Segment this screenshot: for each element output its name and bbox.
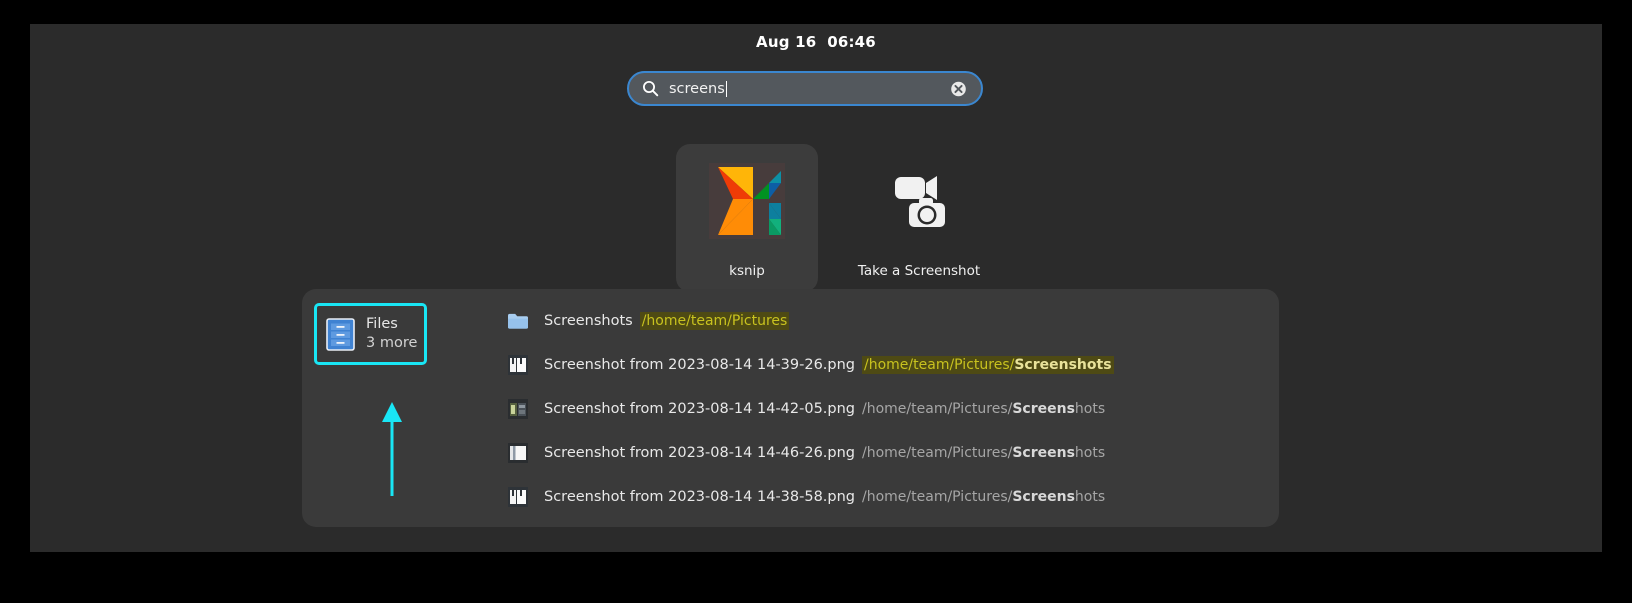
gnome-shell-overview: Aug 16 06:46 screens [30, 24, 1602, 552]
result-name: Screenshot from 2023-08-14 14-46-26.png [544, 445, 855, 461]
result-path-plain: /home/team/Pictures/ [862, 401, 1012, 417]
app-result-ksnip[interactable]: ksnip [676, 144, 818, 292]
files-provider-title: Files [366, 315, 417, 334]
result-path-plain: /home/team/Pictures/ [862, 489, 1012, 505]
image-thumbnail-icon [507, 486, 529, 508]
result-path-match: Screens [1012, 489, 1075, 505]
result-path-plain: /home/team/Pictures/ [862, 445, 1012, 461]
files-provider-button[interactable]: Files 3 more [314, 303, 427, 365]
app-results-row: ksnip Take a Screenshot [676, 144, 996, 292]
result-row[interactable]: Screenshot from 2023-08-14 14-46-26.png … [487, 431, 1269, 475]
result-path-match: Screens [1012, 445, 1075, 461]
result-path-tail: hots [1075, 489, 1105, 505]
result-path-tail: hots [1075, 401, 1105, 417]
clear-entry-icon[interactable] [950, 80, 967, 97]
result-name: Screenshot from 2023-08-14 14-38-58.png [544, 489, 855, 505]
result-path-plain: /home/team/Pictures [642, 313, 788, 329]
result-path-match: Screens [1012, 401, 1075, 417]
result-name: Screenshot from 2023-08-14 14-39-26.png [544, 357, 855, 373]
screenshot-tool-icon [881, 163, 957, 239]
app-result-label: ksnip [729, 263, 765, 279]
folder-icon [507, 310, 529, 332]
result-row[interactable]: Screenshot from 2023-08-14 14-38-58.png … [487, 475, 1269, 519]
up-arrow-annotation [379, 400, 405, 496]
image-thumbnail-icon [507, 398, 529, 420]
search-entry-container[interactable]: screens [627, 71, 983, 106]
result-path: /home/team/Pictures [640, 312, 790, 330]
result-row[interactable]: Screenshot from 2023-08-14 14-42-05.png … [487, 387, 1269, 431]
search-input-value: screens [669, 81, 725, 97]
result-path: /home/team/Pictures/Screenshots [862, 489, 1105, 505]
image-thumbnail-icon [507, 442, 529, 464]
result-name: Screenshot from 2023-08-14 14-42-05.png [544, 401, 855, 417]
result-row[interactable]: Screenshots /home/team/Pictures [487, 299, 1269, 343]
search-icon [642, 80, 659, 97]
results-list: Screenshots /home/team/Pictures [487, 299, 1269, 519]
screen-root: Aug 16 06:46 screens [0, 0, 1632, 603]
search-entry[interactable]: screens [627, 71, 983, 106]
result-path: /home/team/Pictures/Screenshots [862, 356, 1114, 374]
result-path-tail: hots [1075, 445, 1105, 461]
result-path-plain: /home/team/Pictures/ [864, 357, 1014, 373]
app-result-label: Take a Screenshot [858, 263, 980, 279]
files-provider-more-label: 3 more [366, 334, 417, 353]
file-cabinet-icon [326, 318, 355, 351]
files-provider-texts: Files 3 more [366, 315, 417, 352]
files-results-panel: Files 3 more Screenshots /home/team/Pict… [302, 289, 1279, 527]
ksnip-app-icon [709, 163, 785, 239]
result-row[interactable]: Screenshot from 2023-08-14 14-39-26.png … [487, 343, 1269, 387]
clock-label[interactable]: Aug 16 06:46 [756, 33, 876, 51]
text-caret [726, 81, 728, 97]
app-result-take-a-screenshot[interactable]: Take a Screenshot [848, 144, 990, 292]
search-input-text[interactable]: screens [669, 81, 727, 97]
result-path: /home/team/Pictures/Screenshots [862, 445, 1105, 461]
result-path-match: Screenshots [1014, 357, 1111, 373]
top-bar: Aug 16 06:46 [30, 24, 1602, 60]
image-thumbnail-icon [507, 354, 529, 376]
result-name: Screenshots [544, 313, 633, 329]
result-path: /home/team/Pictures/Screenshots [862, 401, 1105, 417]
